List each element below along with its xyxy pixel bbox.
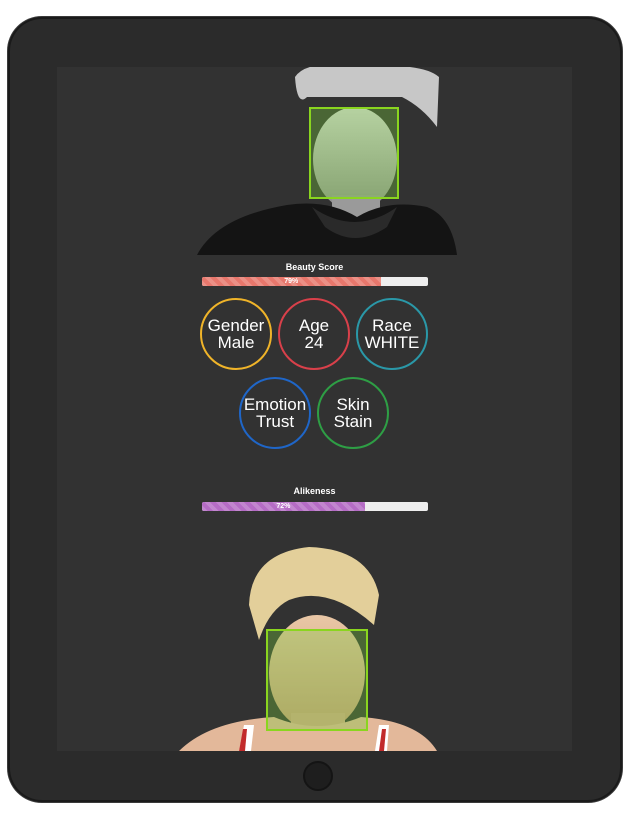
lookalike-face-photo <box>179 545 437 751</box>
analyzed-face-photo <box>197 67 457 255</box>
age-title: Age <box>298 316 330 335</box>
alikeness-fill: 72% <box>202 502 365 511</box>
skin-value: Stain <box>333 412 373 431</box>
beauty-score-fill: 79% <box>202 277 381 286</box>
lookalike-face-detection-box <box>266 629 368 731</box>
beauty-score-label: Beauty Score <box>285 262 344 272</box>
alikeness-label: Alikeness <box>293 486 336 496</box>
alikeness-value: 72% <box>276 503 291 510</box>
face-detection-box <box>309 107 399 199</box>
beauty-score-value: 79% <box>284 278 299 285</box>
home-button[interactable] <box>303 761 333 791</box>
gender-circle: Gender Male <box>200 298 272 370</box>
gender-title: Gender <box>207 316 265 335</box>
gender-value: Male <box>217 333 255 352</box>
race-title: Race <box>372 316 412 335</box>
skin-circle: Skin Stain <box>317 377 389 449</box>
skin-title: Skin <box>336 395 370 414</box>
race-circle: Race WHITE <box>356 298 428 370</box>
emotion-value: Trust <box>255 412 295 431</box>
emotion-title: Emotion <box>243 395 307 414</box>
race-value: WHITE <box>364 333 420 352</box>
alikeness-bar: 72% <box>202 502 428 511</box>
beauty-score-bar: 79% <box>202 277 428 286</box>
age-value: 24 <box>304 333 324 352</box>
age-circle: Age 24 <box>278 298 350 370</box>
app-screen: Beauty Score 79% Gender Male Age 24 Race… <box>57 67 572 751</box>
emotion-circle: Emotion Trust <box>239 377 311 449</box>
